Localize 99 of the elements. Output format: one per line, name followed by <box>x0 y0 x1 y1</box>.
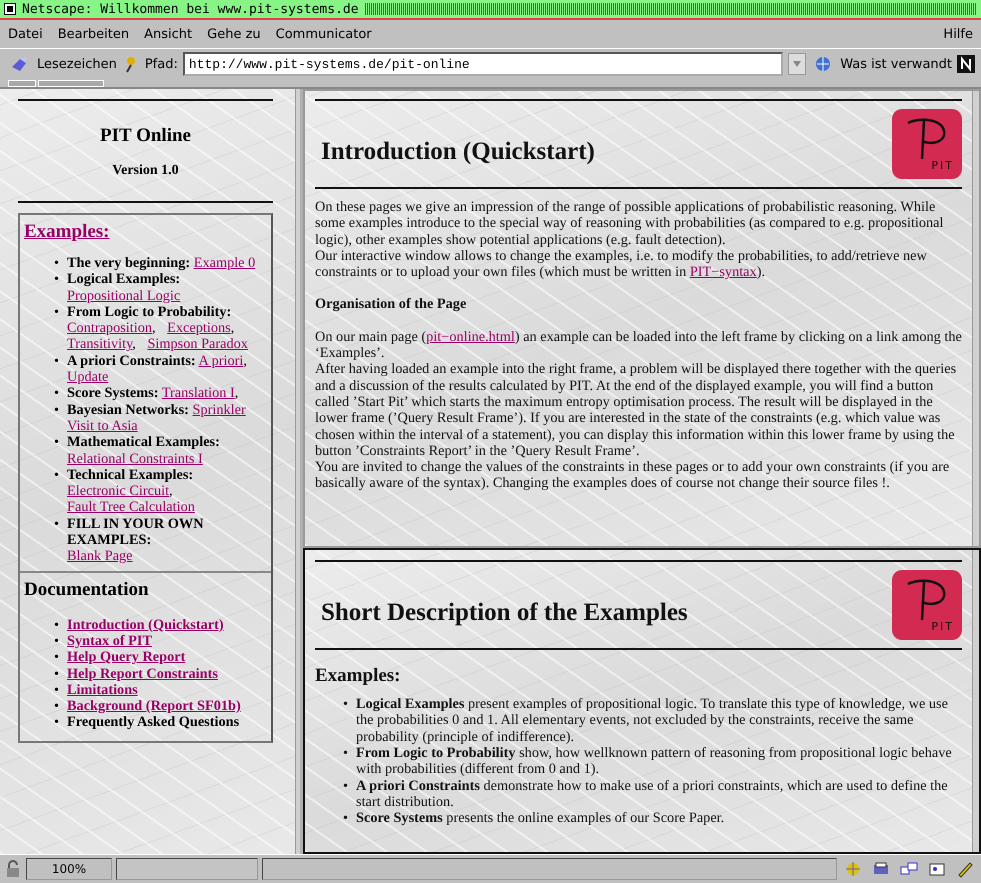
category-label: From Logic to Probability: <box>67 304 232 320</box>
documentation-item: Frequently Asked Questions <box>67 714 240 731</box>
category-label: Mathematical Examples: <box>67 434 220 451</box>
example-link[interactable]: Translation I <box>162 385 235 402</box>
example-link[interactable]: Sprinkler <box>192 402 246 418</box>
section-heading: Organisation of the Page <box>315 296 468 313</box>
separator: , <box>234 385 238 402</box>
menu-item[interactable]: Gehe zu <box>207 26 261 42</box>
separator: , <box>169 483 173 500</box>
bullet: • <box>54 516 60 532</box>
separator: , <box>243 352 247 369</box>
scrollbar[interactable] <box>972 91 979 546</box>
site-title: PIT Online <box>99 125 192 147</box>
bullet: • <box>54 632 60 650</box>
bullet: • <box>54 666 60 682</box>
bullet: • <box>54 649 60 666</box>
example-link[interactable]: Propositional Logic <box>67 288 180 304</box>
example-link[interactable]: Transitivity <box>67 336 132 352</box>
menu-item[interactable]: Communicator <box>276 26 372 42</box>
example-link[interactable]: Visit to Asia <box>67 418 138 434</box>
bullet: • <box>54 434 60 451</box>
toolbar-grip[interactable] <box>8 80 36 86</box>
paragraph: Our interactive window allows to change the examples, i.e. to modify the probabilities, to add/retrieve new constraints or to upload your own files (which must be written in PIT−syntax). <box>315 248 928 280</box>
bullet: • <box>54 385 60 402</box>
zoom-level: 100% <box>26 858 112 880</box>
documentation-link[interactable]: Introduction (Quickstart) <box>67 616 224 633</box>
version-label: Version 1.0 <box>111 163 180 179</box>
category-label: Bayesian Networks: <box>67 402 189 418</box>
example-link[interactable]: Update <box>67 369 108 386</box>
example-link[interactable]: Exceptions <box>167 320 231 336</box>
bullet: • <box>54 255 60 272</box>
description-item: Score Systems presents the online examples of our Score Paper. <box>356 810 726 826</box>
lock-icon[interactable] <box>4 860 22 878</box>
bullet: • <box>343 744 348 762</box>
scrollbar[interactable] <box>972 550 979 852</box>
paragraph: On these pages we give an impression of the range of possible applications of probabilistic reasoning. While some examples introduce to the special way of reasoning with probabilities (as compared to e.g. propositional logic), other examples show potential applications (e.g. fault detection). <box>315 199 944 248</box>
bullet: • <box>54 352 60 370</box>
bullet: • <box>54 682 60 698</box>
dropdown-icon[interactable] <box>788 53 806 75</box>
bullet: • <box>54 304 60 320</box>
description-item: From Logic to Probability show, how wellknown pattern of reasoning from propositional logic behave with probabilities (different from 0 and 1). <box>356 744 953 778</box>
separator: , <box>132 336 136 352</box>
menu-item[interactable]: Bearbeiten <box>58 26 130 42</box>
documentation-link[interactable]: Help Query Report <box>67 649 186 666</box>
menu-item[interactable]: Ansicht <box>144 26 192 42</box>
bullet: • <box>343 778 348 794</box>
category-label: Technical Examples: <box>67 466 194 484</box>
page-heading: Introduction (Quickstart) <box>321 137 595 167</box>
scrollbar[interactable] <box>295 89 300 854</box>
documentation-link[interactable]: Limitations <box>67 682 138 698</box>
window-menu-icon[interactable] <box>4 3 16 15</box>
example-link[interactable]: Blank Page <box>67 548 133 564</box>
example-link[interactable]: Simpson Paradox <box>147 336 248 352</box>
category-label: Logical Examples: <box>67 271 180 288</box>
logo-text: PIT <box>931 158 954 174</box>
section-heading: Examples: <box>315 668 402 684</box>
example-link[interactable]: A priori <box>198 352 244 369</box>
documentation-link[interactable]: Background (Report SF01b) <box>67 698 241 714</box>
bullet: • <box>343 696 348 712</box>
bullet: • <box>54 271 60 288</box>
logo-icon[interactable] <box>957 55 975 73</box>
category-label: FILL IN YOUR OWN EXAMPLES: <box>67 516 205 548</box>
menu-item[interactable]: Datei <box>8 26 43 42</box>
text-link[interactable]: pit−online.html <box>426 328 515 345</box>
example-link[interactable]: Electronic Circuit <box>67 483 170 500</box>
bullet: • <box>54 698 60 714</box>
example-link[interactable]: Example 0 <box>194 255 256 271</box>
paragraph: After having loaded an example into the right frame, a problem will be displayed there together with the queries and a discussion of the results calculated by PIT. At the end of the displayed example, you will find a button called ’Start Pit’ which starts the maximum entropy optimisation process. The result will be displayed in the lower frame (’Query Result Frame’). If you are interested in the state of the constraints (e.g. which value was chosen within the interval of a statement), you can display this information within this lower frame by using the button ’Constraints Report’ in the ’Query Result Frame’. <box>315 361 958 460</box>
url-field[interactable]: http://www.pit-systems.de/pit-online <box>182 52 784 76</box>
separator: , <box>152 320 156 336</box>
related-link[interactable]: Was ist verwandt <box>840 56 952 72</box>
location-label: Pfad: <box>144 56 178 72</box>
bullet: • <box>54 616 60 633</box>
menu-item[interactable]: Hilfe <box>943 26 973 42</box>
documentation-link[interactable]: Syntax of PIT <box>67 632 152 650</box>
paragraph: On our main page (pit−online.html) an example can be loaded into the left frame by clicking on a link among the ‘Examples’. <box>315 328 962 362</box>
page-heading: Short Description of the Examples <box>321 598 688 628</box>
text-link[interactable]: PIT−syntax <box>690 264 757 280</box>
window-title: Netscape: Willkommen bei www.pit-systems.de <box>22 2 359 16</box>
example-link[interactable]: Relational Constraints I <box>67 450 203 467</box>
section-heading: Documentation <box>24 578 150 601</box>
bookmarks-label[interactable]: Lesezeichen <box>37 56 117 72</box>
example-link[interactable]: Contraposition <box>67 320 152 336</box>
example-link[interactable]: Fault Tree Calculation <box>67 499 195 516</box>
description-item: Logical Examples present examples of propositional logic. To translate this type of knowledge, we use the probabilities 0 and 1. All elementary events, not excluded by the constraints, receive the same probability (principle of indifference). <box>356 696 949 745</box>
bullet: • <box>54 402 60 418</box>
bullet: • <box>54 466 60 484</box>
bullet: • <box>343 810 348 826</box>
logo-text: PIT <box>931 618 954 634</box>
toolbar-grip[interactable] <box>38 80 104 86</box>
category-label: The very beginning: <box>67 255 190 272</box>
description-item: A priori Constraints demonstrate how to make use of a priori constraints, which are used to define the start distribution. <box>356 778 949 810</box>
separator: , <box>230 320 234 336</box>
examples-link[interactable]: Examples: <box>24 221 110 243</box>
paragraph: You are invited to change the values of the constraints in these pages or to add your own constraints (if you are basically aware of the syntax). Changing the examples does of course not change their source files !. <box>315 459 950 492</box>
category-label: A priori Constraints: <box>67 352 196 370</box>
category-label: Score Systems: <box>67 385 158 402</box>
documentation-link[interactable]: Help Report Constraints <box>67 666 218 682</box>
bullet: • <box>54 714 60 731</box>
